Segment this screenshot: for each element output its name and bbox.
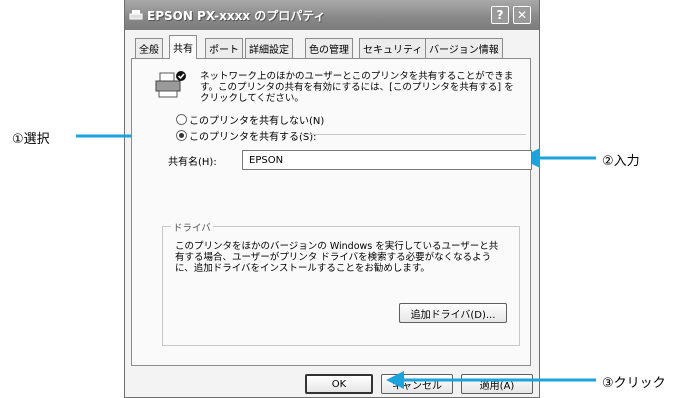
sharing-separator <box>300 134 526 135</box>
tab-security[interactable]: セキュリティ <box>359 38 427 58</box>
radio-shared-button[interactable] <box>176 130 187 141</box>
tab-general[interactable]: 全般 <box>135 38 163 58</box>
drivers-group-title: ドライバ <box>171 220 213 234</box>
apply-button[interactable]: 適用(A) <box>461 374 533 394</box>
share-name-input[interactable] <box>242 150 532 170</box>
properties-window: EPSON PX-xxxx のプロパティ ? ✕ 全般 共有 ポート 詳細設定 … <box>124 0 540 398</box>
radio-not-shared[interactable]: このプリンタを共有しない(N) <box>176 112 324 127</box>
title-bar: EPSON PX-xxxx のプロパティ ? ✕ <box>125 0 539 30</box>
cancel-button[interactable]: キャンセル <box>381 374 453 394</box>
annotation-input: ②入力 <box>602 154 640 169</box>
tab-version[interactable]: バージョン情報 <box>425 38 503 58</box>
drivers-group: ドライバ このプリンタをほかのバージョンの Windows を実行しているユーザ… <box>162 220 520 346</box>
additional-drivers-button[interactable]: 追加ドライバ(D)... <box>399 303 507 323</box>
ok-button[interactable]: OK <box>305 374 373 394</box>
tab-advanced[interactable]: 詳細設定 <box>245 38 293 58</box>
close-button[interactable]: ✕ <box>513 6 531 24</box>
help-button[interactable]: ? <box>491 6 509 24</box>
radio-not-shared-button[interactable] <box>176 114 187 125</box>
window-title: EPSON PX-xxxx のプロパティ <box>147 9 326 23</box>
radio-shared[interactable]: このプリンタを共有する(S): <box>176 128 317 143</box>
tab-color-management[interactable]: 色の管理 <box>305 38 353 58</box>
share-name-label: 共有名(H): <box>168 157 217 168</box>
radio-shared-label: このプリンタを共有する(S): <box>189 132 317 143</box>
drivers-description: このプリンタをほかのバージョンの Windows を実行しているユーザーと共有す… <box>175 241 499 274</box>
tab-sharing[interactable]: 共有 <box>169 35 197 59</box>
sharing-panel: ネットワーク上のほかのユーザーとこのプリンタを共有することができます。このプリン… <box>131 58 532 366</box>
annotation-click: ③クリック <box>602 376 666 391</box>
sharing-intro-text: ネットワーク上のほかのユーザーとこのプリンタを共有することができます。このプリン… <box>200 71 514 104</box>
radio-not-shared-label: このプリンタを共有しない(N) <box>189 116 325 127</box>
annotation-select: ①選択 <box>12 132 50 147</box>
tab-ports[interactable]: ポート <box>205 38 243 58</box>
printer-icon <box>129 10 143 20</box>
printer-share-icon <box>155 71 186 98</box>
